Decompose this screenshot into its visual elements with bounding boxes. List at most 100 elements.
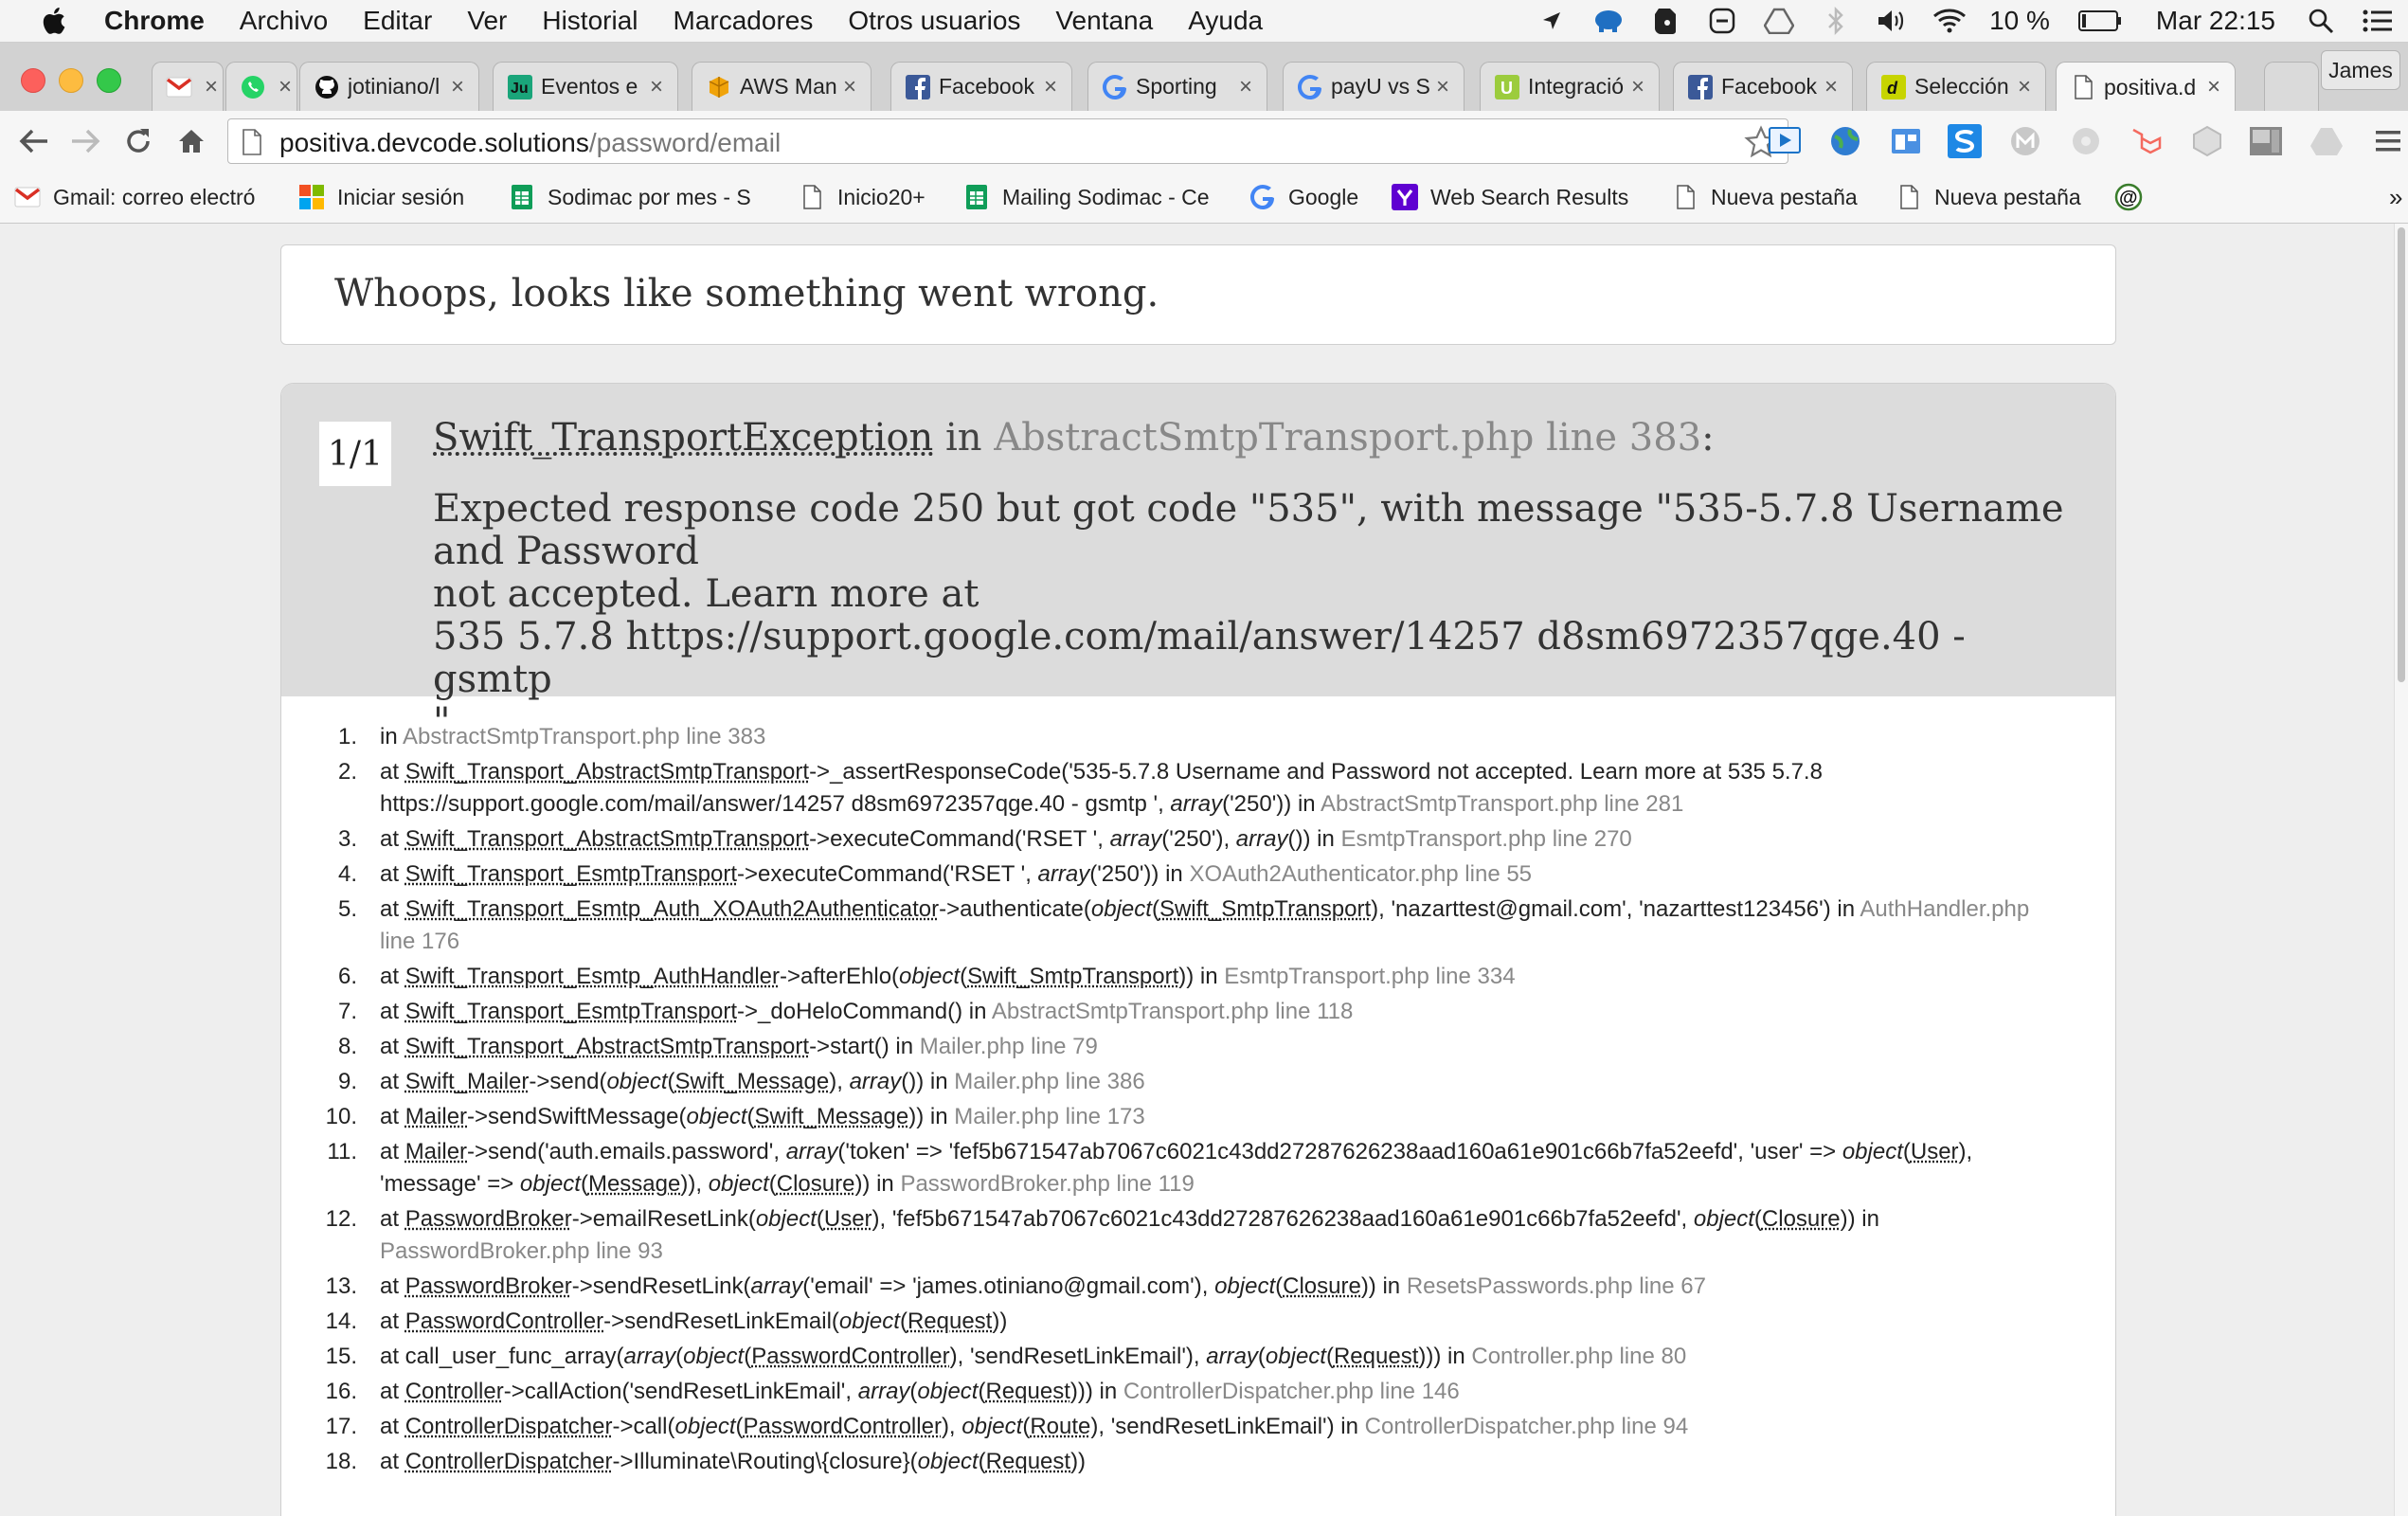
bookmarks-overflow-icon[interactable]: »	[2389, 181, 2402, 213]
bookmark-inicio20[interactable]: Inicio20+	[798, 181, 925, 213]
spotlight-search-icon[interactable]	[2304, 4, 2338, 38]
minus-circle-icon[interactable]	[1705, 4, 1739, 38]
tab-strip: × × jotiniano/l × Ju Eventos e × AWS Man…	[0, 43, 2408, 112]
notification-center-icon[interactable]	[2361, 4, 2395, 38]
extension-image-icon[interactable]	[2249, 124, 2283, 158]
frame-text: ('token' => 'fef5b671547ab7067c6021c43dd…	[837, 1139, 1842, 1164]
bookmark-mailing-sodimac[interactable]: Mailing Sodimac - Ce	[962, 181, 1210, 213]
stack-frame-number: 6.	[337, 964, 357, 989]
extension-s-icon[interactable]	[1948, 124, 1982, 158]
tab-sporting[interactable]: Sporting ×	[1087, 62, 1267, 111]
back-icon[interactable]	[15, 122, 53, 160]
tab-positiva[interactable]: positiva.d ×	[2056, 62, 2236, 112]
frame-text: (	[1151, 896, 1159, 922]
tab-whatsapp[interactable]: ×	[225, 62, 297, 111]
menu-marcadores[interactable]: Marcadores	[674, 6, 814, 36]
extension-window-icon[interactable]	[1889, 124, 1923, 158]
close-icon[interactable]: ×	[200, 74, 223, 100]
facebook-icon	[905, 74, 931, 100]
close-icon[interactable]: ×	[2013, 74, 2036, 100]
page-scrollbar[interactable]	[2394, 224, 2408, 1516]
clock[interactable]: Mar 22:15	[2156, 6, 2275, 36]
close-icon[interactable]: ×	[1820, 74, 1842, 100]
chrome-menu-icon[interactable]	[2372, 124, 2404, 158]
bookmark-google[interactable]: Google	[1249, 181, 1358, 213]
extension-flower-icon[interactable]	[2069, 124, 2103, 158]
menu-archivo[interactable]: Archivo	[240, 6, 328, 36]
close-icon[interactable]: ×	[838, 74, 861, 100]
close-icon[interactable]: ×	[1234, 74, 1257, 100]
volume-icon[interactable]	[1876, 4, 1910, 38]
menu-ayuda[interactable]: Ayuda	[1188, 6, 1263, 36]
google-drive-icon[interactable]	[1762, 4, 1796, 38]
bookmark-sodimac-por-mes[interactable]: Sodimac por mes - S	[508, 181, 751, 213]
profile-button[interactable]: James	[2321, 50, 2400, 90]
stack-frame: 1. in AbstractSmtpTransport.php line 383	[281, 721, 2115, 753]
extension-cube-icon[interactable]	[2190, 124, 2224, 158]
close-icon[interactable]: ×	[446, 74, 469, 100]
menu-ventana[interactable]: Ventana	[1055, 6, 1153, 36]
tab-aws[interactable]: AWS Man ×	[692, 62, 872, 111]
forward-icon[interactable]	[66, 122, 104, 160]
tab-payu[interactable]: payU vs S ×	[1283, 62, 1465, 111]
extension-play-icon[interactable]	[1768, 124, 1802, 158]
reload-icon[interactable]	[119, 122, 157, 160]
extension-drive-icon[interactable]	[2309, 124, 2344, 158]
new-tab-button[interactable]	[2264, 62, 2319, 111]
scrollbar-thumb[interactable]	[2398, 227, 2405, 682]
menu-app-name[interactable]: Chrome	[104, 6, 205, 36]
close-window-button[interactable]	[21, 68, 45, 93]
tab-integracion[interactable]: U Integració ×	[1480, 62, 1660, 111]
extension-laravel-icon[interactable]	[2129, 124, 2164, 158]
close-icon[interactable]: ×	[1431, 74, 1454, 100]
stack-frame-number: 8.	[337, 1034, 357, 1059]
battery-icon[interactable]	[2077, 4, 2122, 38]
bookmark-gmail[interactable]: Gmail: correo electró	[13, 181, 255, 213]
frame-text: ('250')) in	[1222, 791, 1321, 817]
close-icon[interactable]: ×	[1039, 74, 1062, 100]
frame-location: PasswordBroker.php line 119	[900, 1171, 1195, 1197]
address-bar[interactable]: positiva.devcode.solutions/password/emai…	[227, 118, 1788, 164]
frame-text: at	[380, 999, 405, 1024]
zoom-window-button[interactable]	[97, 68, 121, 93]
menu-editar[interactable]: Editar	[363, 6, 432, 36]
minimize-window-button[interactable]	[59, 68, 83, 93]
close-icon[interactable]: ×	[645, 74, 668, 100]
close-icon[interactable]: ×	[1626, 74, 1649, 100]
url-text[interactable]: positiva.devcode.solutions/password/emai…	[279, 128, 781, 158]
tab-facebook-2[interactable]: Facebook ×	[1673, 62, 1853, 111]
evernote-icon[interactable]	[1648, 4, 1682, 38]
location-arrow-icon[interactable]	[1535, 4, 1569, 38]
bookmark-web-search-results[interactable]: Web Search Results	[1391, 181, 1628, 213]
bluetooth-icon[interactable]	[1819, 4, 1853, 38]
toolbar: positiva.devcode.solutions/password/emai…	[0, 111, 2408, 171]
stack-frame: 11. at Mailer->send('auth.emails.password…	[281, 1136, 2115, 1200]
bookmark-nueva-pestana-1[interactable]: Nueva pestaña	[1671, 181, 1858, 213]
menu-historial[interactable]: Historial	[542, 6, 638, 36]
mammoth-icon[interactable]	[1591, 4, 1626, 38]
menu-ver[interactable]: Ver	[467, 6, 507, 36]
tab-eventos[interactable]: Ju Eventos e ×	[493, 62, 678, 111]
frame-text: object	[1693, 1206, 1754, 1232]
stack-frame-number: 7.	[337, 999, 357, 1024]
close-icon[interactable]: ×	[2202, 74, 2225, 100]
apple-icon[interactable]	[38, 4, 72, 38]
bookmark-iniciar-sesion[interactable]: Iniciar sesión	[297, 181, 464, 213]
tab-gmail[interactable]: ×	[152, 62, 224, 111]
frame-text: (	[735, 1414, 744, 1439]
tab-seleccion[interactable]: d Selección ×	[1866, 62, 2046, 111]
menu-otros-usuarios[interactable]: Otros usuarios	[848, 6, 1020, 36]
close-icon[interactable]: ×	[274, 74, 297, 100]
tab-github[interactable]: jotiniano/l ×	[299, 62, 479, 111]
frame-text: at	[380, 1414, 405, 1439]
wifi-icon[interactable]	[1932, 4, 1967, 38]
frame-text: array	[1109, 826, 1162, 852]
bookmark-nueva-pestana-2[interactable]: Nueva pestaña	[1895, 181, 2081, 213]
extension-m-icon[interactable]	[2008, 124, 2042, 158]
home-icon[interactable]	[172, 122, 210, 160]
frame-text: at	[380, 1206, 405, 1232]
extension-globe-icon[interactable]	[1828, 124, 1862, 158]
bookmark-at[interactable]: @	[2114, 181, 2154, 213]
frame-class: PasswordController	[404, 1308, 604, 1334]
tab-facebook-1[interactable]: Facebook ×	[890, 62, 1072, 111]
